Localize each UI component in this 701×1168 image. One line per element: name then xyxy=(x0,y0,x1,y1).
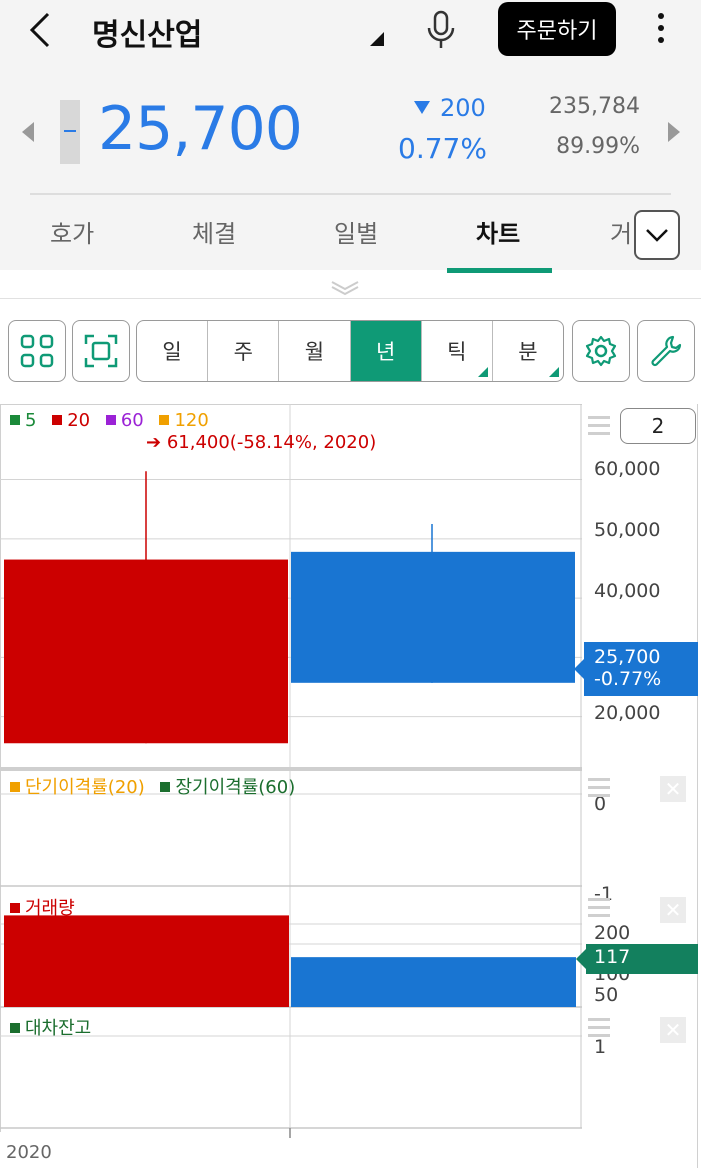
chevron-down-icon xyxy=(646,229,668,242)
price-change-pct: 0.77% xyxy=(398,132,487,165)
period-minute[interactable]: 분 xyxy=(493,321,563,381)
tools-button[interactable] xyxy=(637,320,695,382)
current-price-tag: 25,700 -0.77% xyxy=(574,642,698,696)
y-tick-label: 60,000 xyxy=(594,458,661,480)
legend-swatch xyxy=(160,782,171,792)
volume-value: 235,784 xyxy=(549,94,640,119)
legend-swatch xyxy=(159,415,170,425)
tab-trades[interactable]: 체결 xyxy=(192,214,236,249)
loan-balance-legend: 대차잔고 xyxy=(10,1014,91,1040)
microphone-icon[interactable] xyxy=(424,10,458,50)
tab-chart[interactable]: 차트 xyxy=(476,214,520,249)
header-divider xyxy=(30,193,671,195)
y-tick-label: 20,000 xyxy=(594,702,661,724)
tab-daily[interactable]: 일별 xyxy=(334,214,378,249)
legend-swatch xyxy=(105,415,116,425)
chart-right-border xyxy=(697,404,698,1168)
volume-bar xyxy=(4,915,289,1007)
grid-icon xyxy=(20,334,54,368)
period-year[interactable]: 년 xyxy=(350,321,422,381)
back-arrow-icon[interactable] xyxy=(22,8,62,52)
period-week[interactable]: 주 xyxy=(208,321,280,381)
y-tick-label: 40,000 xyxy=(594,580,661,602)
loan-pane-menu-icon[interactable] xyxy=(588,1018,610,1042)
price-change: 200 xyxy=(414,94,486,122)
period-month[interactable]: 월 xyxy=(279,321,351,381)
close-pane-icon[interactable]: ✕ xyxy=(660,1017,686,1043)
high-annotation: ➔ 61,400(-58.14%, 2020) xyxy=(146,432,377,453)
current-price: 25,700 xyxy=(98,94,303,164)
stock-dropdown-icon[interactable] xyxy=(370,32,384,46)
disparity-pane-menu-icon[interactable] xyxy=(588,778,610,802)
next-stock-icon[interactable] xyxy=(668,122,680,142)
legend-swatch xyxy=(10,903,20,913)
period-selector: 일 주 월 년 틱 분 xyxy=(136,320,564,382)
submenu-corner-icon xyxy=(549,367,560,377)
candle-body xyxy=(291,551,575,683)
disparity-legend: 단기이격률(20) 장기이격률(60) xyxy=(10,773,295,799)
volume-legend: 거래량 xyxy=(10,894,75,920)
wrench-icon xyxy=(651,335,682,367)
legend-swatch xyxy=(10,415,20,425)
legend-swatch xyxy=(52,415,63,425)
y-tick-label: 50,000 xyxy=(594,519,661,541)
stock-title[interactable]: 명신산업 xyxy=(92,10,202,54)
arrow-right-icon: ➔ xyxy=(146,432,167,453)
more-menu-icon[interactable] xyxy=(648,10,674,50)
panel-divider xyxy=(0,298,701,299)
mini-candle-icon xyxy=(60,100,80,164)
prev-stock-icon[interactable] xyxy=(22,122,34,142)
close-pane-icon[interactable]: ✕ xyxy=(660,897,686,923)
price-legend: 5 20 60 120 xyxy=(10,410,209,431)
fullscreen-icon xyxy=(84,334,118,368)
collapse-handle-icon[interactable] xyxy=(330,280,360,296)
settings-button[interactable] xyxy=(572,320,630,382)
current-volume-tag: 117 xyxy=(576,944,698,974)
legend-swatch xyxy=(10,1023,20,1033)
legend-swatch xyxy=(10,782,20,792)
tab-more[interactable]: 거 xyxy=(610,214,632,249)
fullscreen-button[interactable] xyxy=(72,320,130,382)
period-day[interactable]: 일 xyxy=(137,321,209,381)
close-pane-icon[interactable]: ✕ xyxy=(660,776,686,802)
volume-pane-menu-icon[interactable] xyxy=(588,898,610,922)
y-tick-label: 200 xyxy=(594,922,631,944)
ratio-value: 89.99% xyxy=(556,134,640,159)
pane-divider xyxy=(0,767,582,771)
period-tick[interactable]: 틱 xyxy=(422,321,493,381)
active-tab-indicator xyxy=(447,268,552,273)
order-button[interactable]: 주문하기 xyxy=(498,2,616,56)
y-tick-label: 50 xyxy=(594,984,619,1006)
candle-count-input[interactable]: 2 xyxy=(620,408,696,444)
down-triangle-icon xyxy=(414,101,430,114)
gear-icon xyxy=(585,335,617,367)
tab-hoga[interactable]: 호가 xyxy=(50,214,94,249)
submenu-corner-icon xyxy=(477,367,488,377)
layout-grid-button[interactable] xyxy=(8,320,66,382)
x-axis-label: 2020 xyxy=(6,1142,52,1163)
volume-bar xyxy=(291,957,576,1007)
tab-dropdown-button[interactable] xyxy=(634,210,680,260)
candle-body xyxy=(4,559,288,744)
price-pane-menu-icon[interactable] xyxy=(588,416,610,440)
